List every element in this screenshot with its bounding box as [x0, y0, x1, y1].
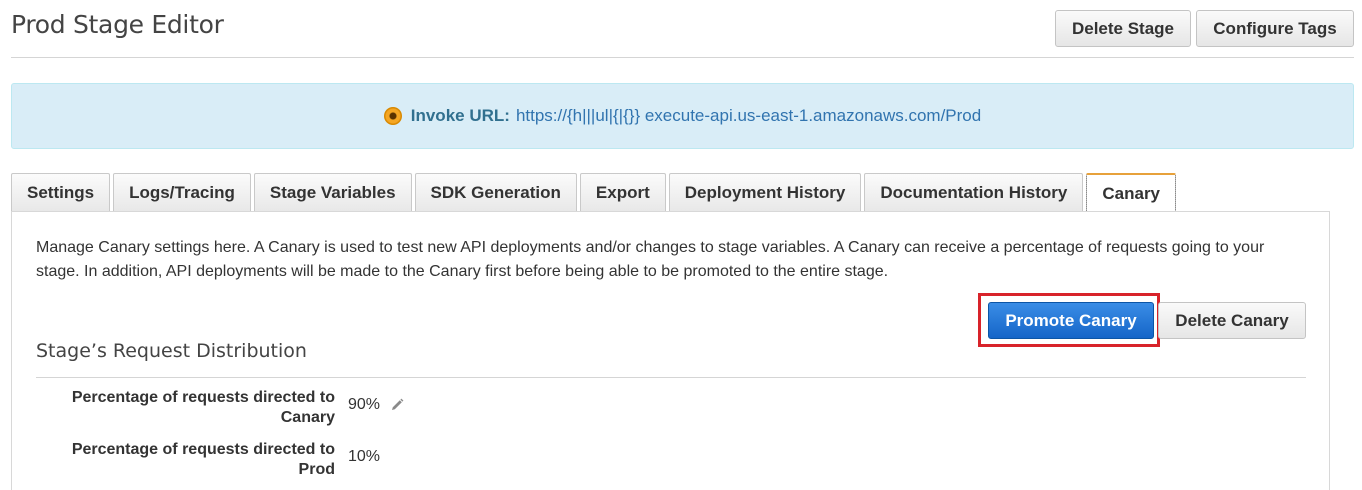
stage-editor-page: Prod Stage Editor Delete Stage Configure… [0, 0, 1362, 490]
pencil-icon[interactable] [390, 398, 404, 412]
prod-percentage-label: Percentage of requests directed to Prod [71, 441, 335, 478]
canary-panel: Manage Canary settings here. A Canary is… [11, 211, 1330, 490]
canary-percentage-label: Percentage of requests directed to Canar… [71, 389, 335, 426]
tab-canary[interactable]: Canary [1086, 173, 1177, 213]
tab-settings[interactable]: Settings [11, 173, 111, 211]
section-divider [36, 377, 1306, 378]
header-divider [11, 57, 1354, 58]
canary-description: Manage Canary settings here. A Canary is… [36, 239, 1265, 280]
delete-stage-button[interactable]: Delete Stage [1055, 10, 1191, 47]
delete-canary-button[interactable]: Delete Canary [1158, 302, 1306, 339]
prod-percentage-value: 10% [348, 448, 381, 465]
tab-logs-tracing[interactable]: Logs/Tracing [113, 173, 251, 211]
section-title: Stage’s Request Distribution [36, 340, 307, 362]
stage-tabs: Settings Logs/Tracing Stage Variables SD… [11, 173, 1177, 213]
canary-percentage-value: 90% [348, 396, 381, 413]
invoke-url-banner: Invoke URL: https://{h|||ul|{|{}} execut… [11, 83, 1354, 149]
tab-deployment-history[interactable]: Deployment History [668, 173, 862, 211]
tab-sdk-generation[interactable]: SDK Generation [414, 173, 577, 211]
tab-export[interactable]: Export [579, 173, 666, 211]
prod-percentage-row: 10% [348, 448, 380, 466]
invoke-url-link[interactable]: https://{h|||ul|{|{}} execute-api.us-eas… [516, 106, 981, 126]
canary-percentage-row: 90% [348, 396, 404, 414]
tab-documentation-history[interactable]: Documentation History [864, 173, 1084, 211]
tab-stage-variables[interactable]: Stage Variables [253, 173, 412, 211]
configure-tags-button[interactable]: Configure Tags [1196, 10, 1354, 47]
info-icon [383, 107, 402, 125]
promote-canary-button[interactable]: Promote Canary [988, 302, 1154, 339]
invoke-url-label: Invoke URL: [410, 106, 510, 125]
page-title: Prod Stage Editor [11, 10, 224, 39]
